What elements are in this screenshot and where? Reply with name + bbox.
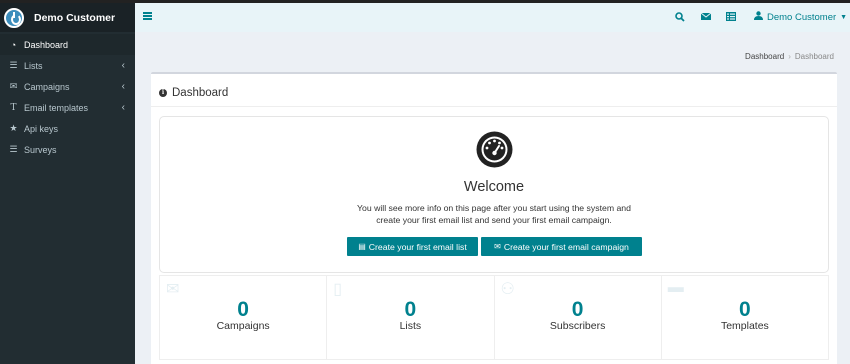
stat-label: Campaigns <box>216 320 270 332</box>
sidebar-item-label: Campaigns <box>24 81 70 92</box>
welcome-panel: Welcome You will see more info on this p… <box>159 116 829 273</box>
user-menu[interactable]: Demo Customer ▼ <box>754 11 847 23</box>
user-icon <box>754 11 763 23</box>
stat-label: Lists <box>399 320 422 332</box>
top-header: Demo Customer ▼ <box>135 3 850 32</box>
create-campaign-button[interactable]: ✉ Create your first email campaign <box>481 237 642 256</box>
envelope-icon: ✉ <box>494 242 501 251</box>
create-list-button[interactable]: ▤ Create your first email list <box>347 237 478 256</box>
main-content: Dashboard › Dashboard i Dashboard Welcom… <box>135 32 850 364</box>
box-title-text: Dashboard <box>172 87 229 99</box>
dashboard-gauge-icon <box>476 131 513 168</box>
sidebar-item-email-templates[interactable]: T Email templates ‹ <box>0 97 135 118</box>
info-icon: i <box>159 89 167 97</box>
sidebar-item-label: Lists <box>24 60 43 71</box>
list-icon: ☰ <box>9 60 18 70</box>
box-title: i Dashboard <box>159 87 228 99</box>
sidebar-nav: ◔ Dashboard ☰ Lists ‹ ✉ Campaigns ‹ T Em… <box>0 34 135 160</box>
stat-label: Subscribers <box>549 320 606 332</box>
sidebar-item-label: Email templates <box>24 102 89 113</box>
welcome-title: Welcome <box>463 179 525 195</box>
chevron-left-icon: ‹ <box>121 81 125 92</box>
chevron-left-icon: ‹ <box>121 102 125 113</box>
sidebar-item-label: Dashboard <box>24 39 69 50</box>
sidebar-item-api-keys[interactable]: ★ Api keys <box>0 118 135 139</box>
stat-value: 0 <box>571 298 584 321</box>
sidebar-item-dashboard[interactable]: ◔ Dashboard <box>0 34 135 55</box>
brand[interactable]: Demo Customer <box>0 3 135 32</box>
create-campaign-label: Create your first email campaign <box>503 241 629 252</box>
envelope-icon: ✉ <box>9 81 18 91</box>
sidebar-item-campaigns[interactable]: ✉ Campaigns ‹ <box>0 76 135 97</box>
stat-templates[interactable]: ▬ 0 Templates <box>661 275 829 360</box>
breadcrumb-home[interactable]: Dashboard <box>745 52 784 61</box>
envelope-icon: ✉ <box>166 281 180 298</box>
breadcrumb-current: Dashboard <box>794 52 834 61</box>
power-logo-icon <box>4 7 24 28</box>
template-icon: ▬ <box>667 279 684 296</box>
stat-lists[interactable]: ▯ 0 Lists <box>327 275 495 360</box>
stat-value: 0 <box>237 298 249 321</box>
breadcrumb: Dashboard › Dashboard <box>745 52 834 61</box>
create-list-label: Create your first email list <box>368 241 467 252</box>
menu-toggle-icon[interactable] <box>143 12 152 20</box>
brand-name: Demo Customer <box>34 11 116 24</box>
stat-label: Templates <box>720 320 769 332</box>
breadcrumb-separator: › <box>788 52 791 61</box>
star-icon: ★ <box>9 123 18 133</box>
chevron-left-icon: ‹ <box>121 60 125 71</box>
stat-value: 0 <box>404 298 417 321</box>
stat-campaigns[interactable]: ✉ 0 Campaigns <box>159 275 328 360</box>
text-icon: T <box>10 102 17 113</box>
document-icon: ▯ <box>333 281 343 298</box>
envelope-icon[interactable] <box>700 12 712 24</box>
caret-down-icon: ▼ <box>840 13 848 21</box>
list-icon: ☰ <box>9 144 18 154</box>
sidebar-item-label: Surveys <box>24 144 57 155</box>
search-icon[interactable] <box>675 12 685 25</box>
list-alt-icon: ▤ <box>358 242 366 251</box>
sidebar-item-label: Api keys <box>24 123 59 134</box>
dashboard-box: i Dashboard Welcome You will see more in… <box>151 72 837 364</box>
user-name: Demo Customer <box>767 11 837 23</box>
stat-subscribers[interactable]: ⚇ 0 Subscribers <box>494 275 662 360</box>
dashboard-icon: ◔ <box>10 39 17 50</box>
welcome-text-line: create your first email list and send yo… <box>376 215 612 225</box>
stats-row: ✉ 0 Campaigns ▯ 0 Lists ⚇ 0 Subscribers … <box>159 275 829 360</box>
divider <box>151 106 837 107</box>
users-icon: ⚇ <box>500 281 515 298</box>
sidebar-item-lists[interactable]: ☰ Lists ‹ <box>0 55 135 76</box>
welcome-text-line: You will see more info on this page afte… <box>357 203 631 213</box>
sidebar-item-surveys[interactable]: ☰ Surveys <box>0 139 135 160</box>
stat-value: 0 <box>739 298 751 321</box>
sidebar: Demo Customer ◔ Dashboard ☰ Lists ‹ ✉ Ca… <box>0 3 135 364</box>
welcome-text: You will see more info on this page afte… <box>160 202 828 226</box>
list-alt-icon[interactable] <box>726 12 736 24</box>
